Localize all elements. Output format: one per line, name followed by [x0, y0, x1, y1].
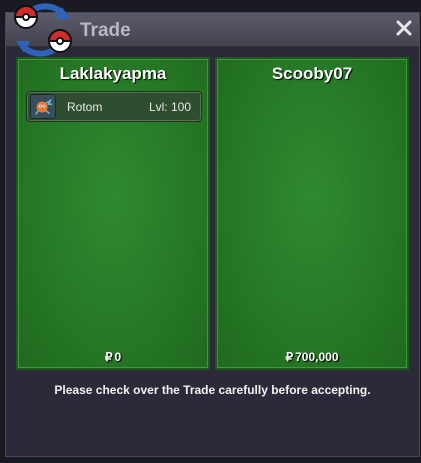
pokedollar-icon: ₽: [285, 350, 294, 364]
pokeball-swap-icon: [13, 3, 73, 57]
money-right: ₽700,000: [217, 350, 407, 364]
window-title: Trade: [80, 20, 131, 41]
player-name-left: Laklakyapma: [59, 64, 167, 83]
partner-offer-panel: Scooby07 ₽700,000: [215, 57, 409, 370]
close-icon[interactable]: [394, 18, 414, 38]
player-name-right: Scooby07: [271, 64, 353, 83]
money-left: ₽0: [18, 350, 208, 364]
trade-window: Trade Laklakyapma Rotom Lvl: 100 ₽ 0 Sco…: [5, 3, 420, 457]
pokedollar-icon: ₽: [104, 350, 113, 364]
offer-item-level: Lvl: 100: [148, 100, 191, 114]
offer-item-name: Rotom: [67, 100, 103, 114]
my-offer-panel[interactable]: Laklakyapma Rotom Lvl: 100 ₽ 0: [16, 57, 210, 370]
money-left-amount: 0: [114, 350, 122, 364]
page: Trade Laklakyapma Rotom Lvl: 100 ₽ 0 Sco…: [0, 0, 421, 463]
offer-item-rotom[interactable]: Rotom Lvl: 100: [26, 91, 202, 122]
rotom-sprite-icon: [30, 94, 56, 119]
trade-panels: Laklakyapma Rotom Lvl: 100 ₽ 0 Scooby07 …: [16, 57, 409, 370]
money-right-amount: 700,000: [295, 350, 339, 364]
trade-notice: Please check over the Trade carefully be…: [54, 383, 371, 397]
